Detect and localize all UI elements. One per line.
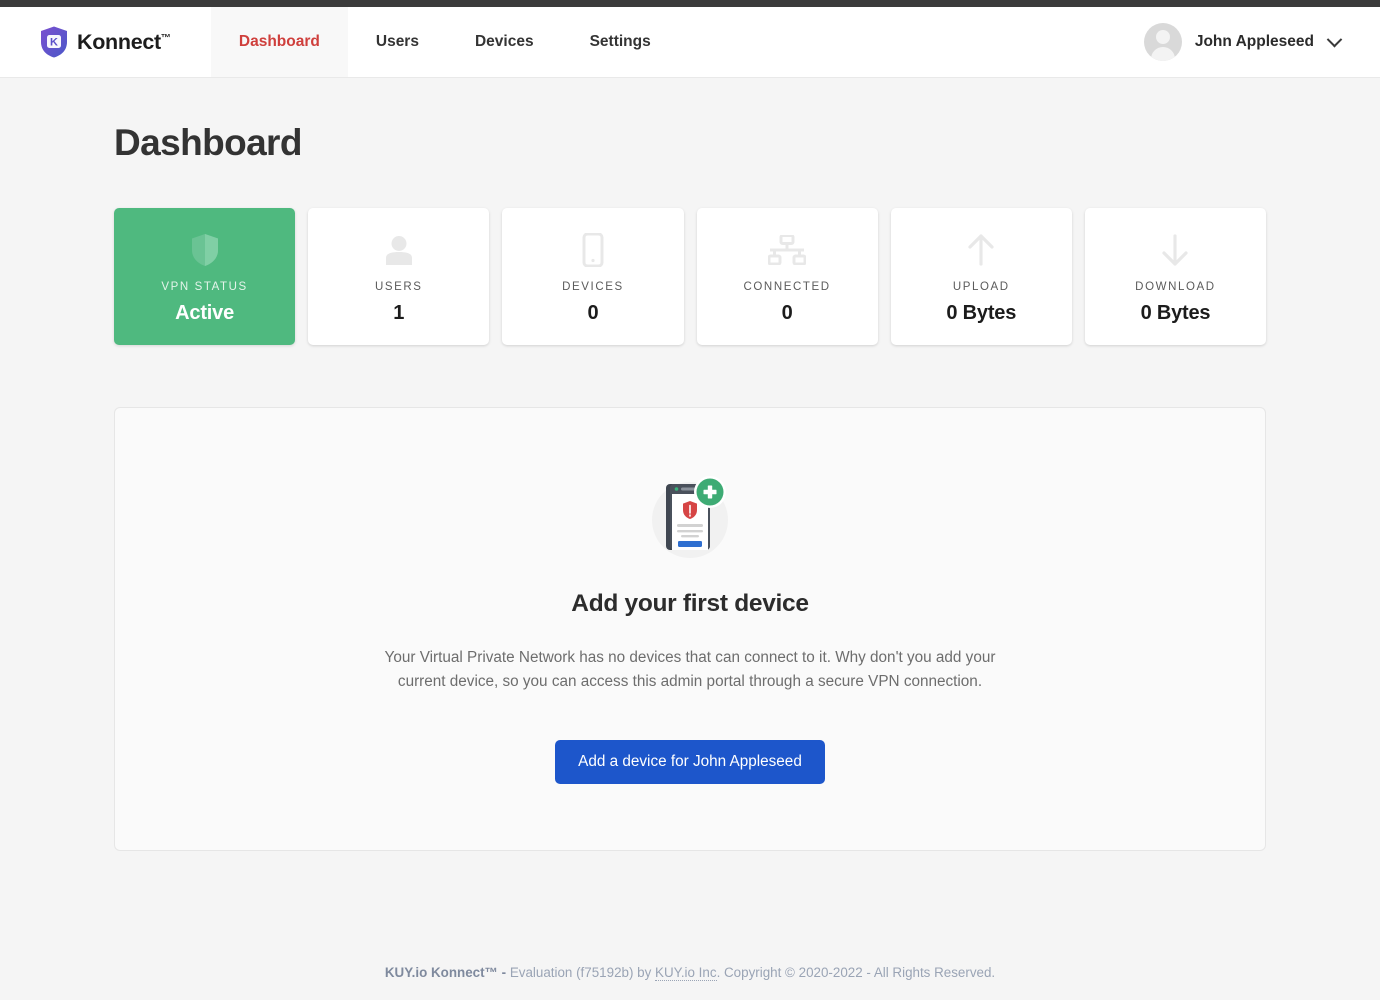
stat-label: DOWNLOAD <box>1135 280 1216 293</box>
stat-card-download: DOWNLOAD 0 Bytes <box>1084 208 1267 345</box>
shield-icon <box>190 233 220 267</box>
stat-card-users: USERS 1 <box>308 208 490 345</box>
stat-label: VPN STATUS <box>161 280 248 293</box>
stat-card-devices: DEVICES 0 <box>502 208 684 345</box>
arrow-down-icon <box>1160 233 1190 267</box>
main-navbar: K Konnect™ Dashboard Users Devices Setti… <box>0 7 1380 78</box>
brand-name: Konnect™ <box>77 29 171 54</box>
network-icon <box>768 233 807 267</box>
chevron-down-icon[interactable] <box>1326 31 1343 47</box>
add-device-button[interactable]: Add a device for John Appleseed <box>555 740 825 784</box>
stat-label: UPLOAD <box>952 280 1010 293</box>
user-avatar-icon <box>1143 23 1182 61</box>
footer-product: KUY.io Konnect™ - <box>384 965 507 980</box>
stat-card-connected: CONNECTED 0 <box>696 208 878 345</box>
top-accent-bar <box>0 0 1380 7</box>
svg-text:K: K <box>50 36 58 48</box>
stat-value: Active <box>175 301 234 324</box>
nav-item-users[interactable]: Users <box>348 7 447 77</box>
page-title: Dashboard <box>114 122 302 163</box>
account-name: John Appleseed <box>1194 33 1314 50</box>
page-content: Dashboard VPN STATUS Active USERS 1 DEVI… <box>0 78 1380 851</box>
empty-state-panel: Add your first device Your Virtual Priva… <box>114 407 1266 851</box>
brand-trademark: ™ <box>160 32 171 44</box>
primary-nav: Dashboard Users Devices Settings <box>210 7 679 77</box>
footer: KUY.io Konnect™ - Evaluation (f75192b) b… <box>0 965 1380 981</box>
stat-card-vpn-status: VPN STATUS Active <box>114 208 296 345</box>
footer-text-after: . Copyright © 2020-2022 - All Rights Res… <box>716 965 996 980</box>
stat-label: CONNECTED <box>743 280 831 293</box>
brand-logo[interactable]: K Konnect™ <box>0 7 199 77</box>
shield-k-icon: K <box>40 26 68 58</box>
arrow-up-icon <box>966 233 996 267</box>
stat-value: 1 <box>393 301 405 324</box>
stat-value: 0 <box>587 301 599 324</box>
stat-label: DEVICES <box>562 280 624 293</box>
account-menu[interactable]: John Appleseed <box>1143 7 1380 77</box>
stat-card-row: VPN STATUS Active USERS 1 DEVICES 0 CONN… <box>114 208 1267 345</box>
user-icon <box>384 233 414 267</box>
stat-card-upload: UPLOAD 0 Bytes <box>890 208 1072 345</box>
footer-text-before: Evaluation (f75192b) by <box>506 965 656 980</box>
add-device-illustration <box>155 470 1225 562</box>
nav-item-devices[interactable]: Devices <box>447 7 562 77</box>
stat-value: 0 Bytes <box>946 301 1017 324</box>
nav-item-settings[interactable]: Settings <box>562 7 679 77</box>
stat-label: USERS <box>374 280 423 293</box>
empty-state-description: Your Virtual Private Network has no devi… <box>384 649 996 690</box>
empty-state-title: Add your first device <box>571 590 809 617</box>
stat-value: 0 Bytes <box>1140 301 1211 324</box>
mobile-icon <box>581 232 605 267</box>
nav-item-dashboard[interactable]: Dashboard <box>210 7 348 77</box>
footer-company[interactable]: KUY.io Inc <box>655 965 717 981</box>
stat-value: 0 <box>781 301 793 324</box>
